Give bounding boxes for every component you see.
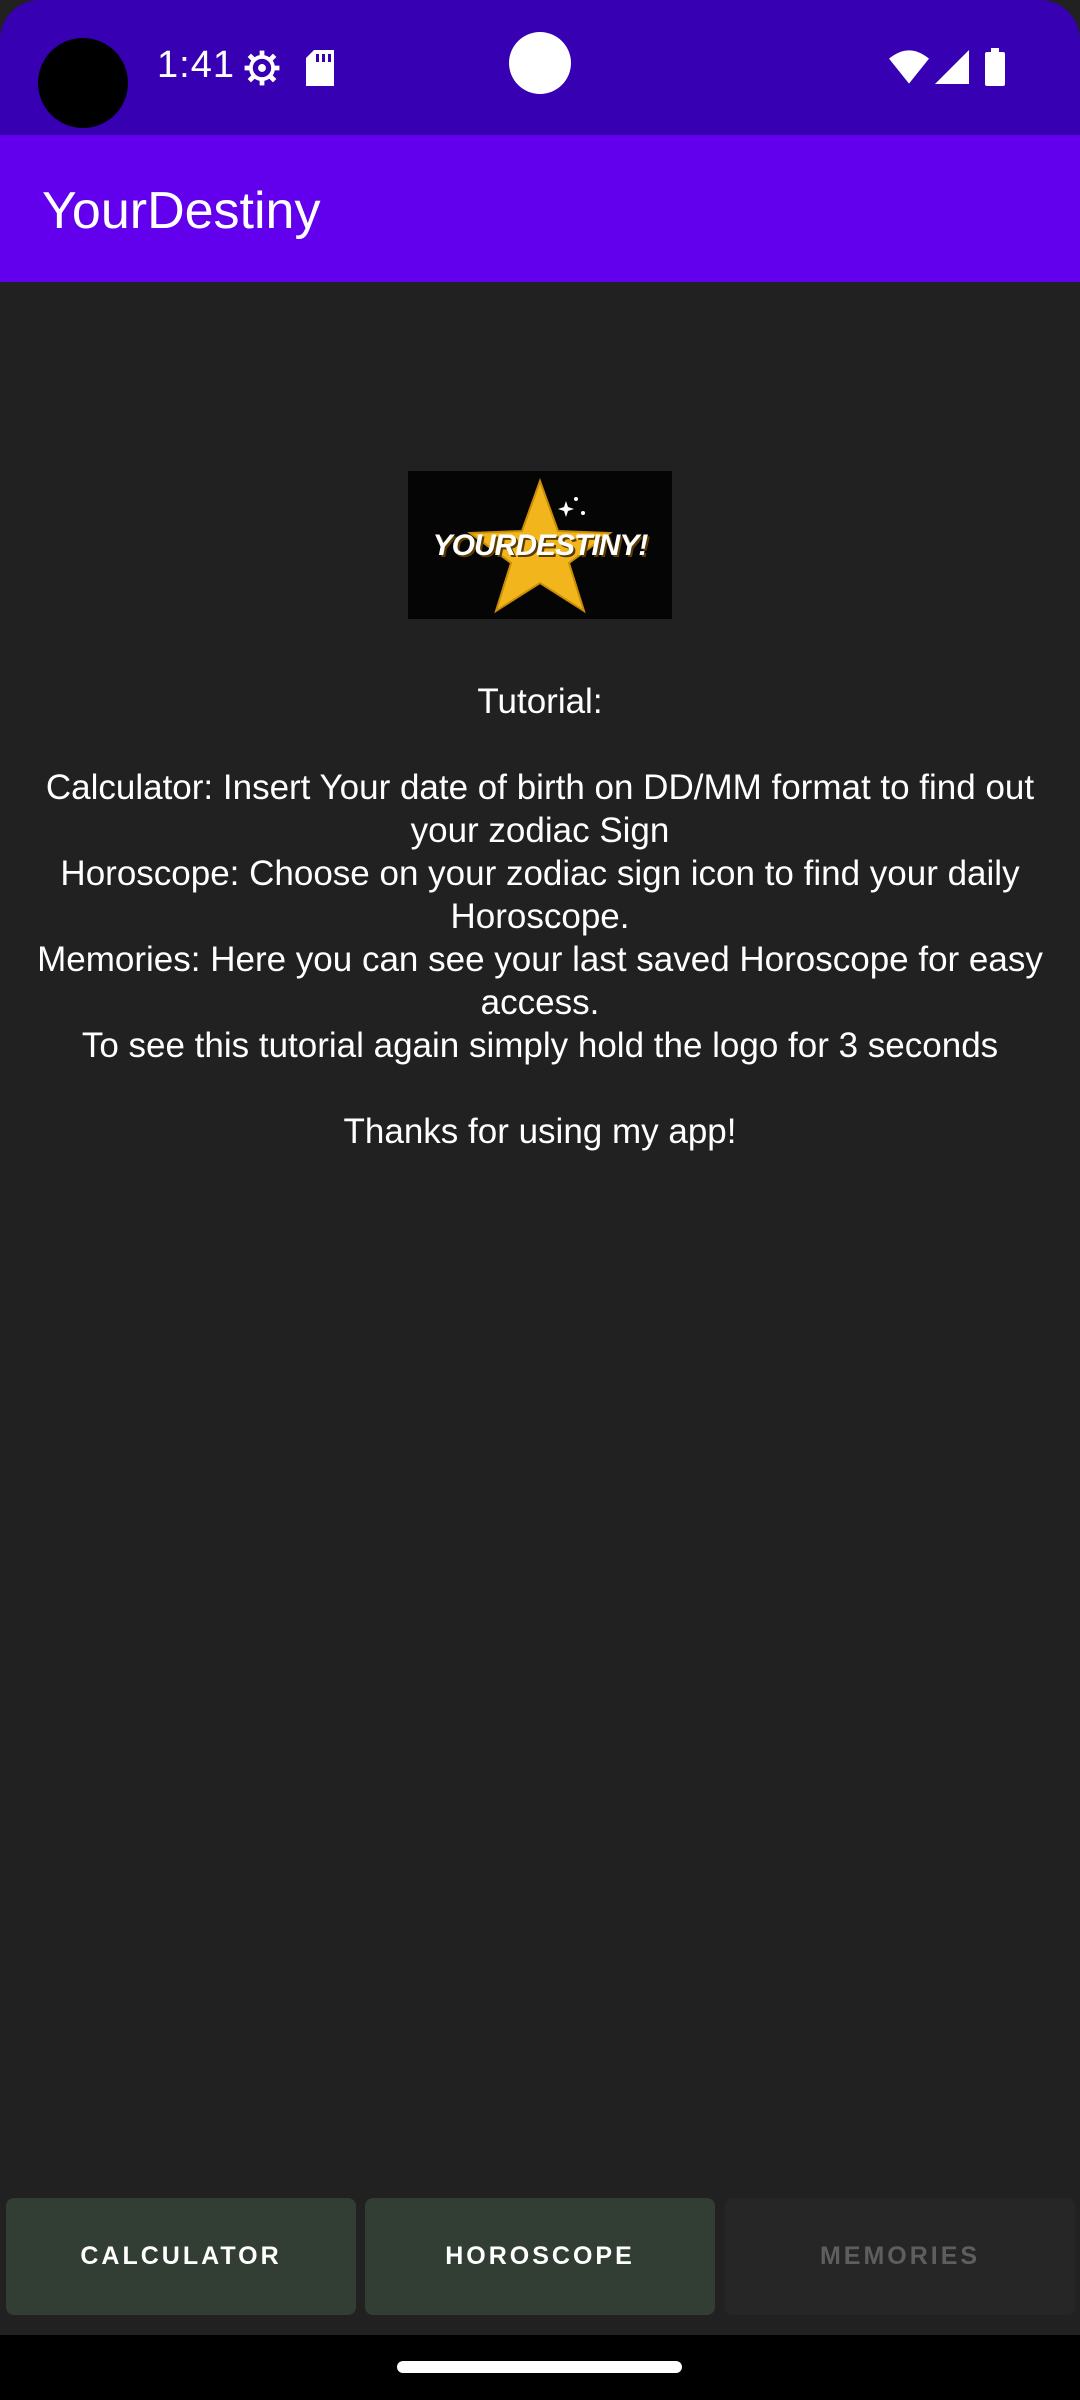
status-time: 1:41	[157, 44, 235, 86]
sd-card-icon	[306, 50, 334, 91]
home-gesture-handle[interactable]	[397, 2361, 682, 2373]
tutorial-calculator-line: Calculator: Insert Your date of birth on…	[45, 768, 1035, 850]
app-title: YourDestiny	[42, 182, 321, 240]
wifi-icon	[889, 50, 929, 89]
settings-gear-icon	[243, 49, 281, 92]
calculator-button-label: CALCULATOR	[80, 2242, 282, 2270]
app-bar: YourDestiny	[0, 135, 1080, 282]
cell-signal-icon	[935, 50, 969, 89]
logo-text: YOURDESTINY!	[432, 529, 649, 562]
tutorial-heading: Tutorial:	[477, 682, 603, 721]
tutorial-hint-line: To see this tutorial again simply hold t…	[81, 1026, 999, 1065]
camera-cutout	[38, 38, 128, 128]
app-screen: 1:41 YourDestiny YOURDESTINY! Tutorial: …	[0, 0, 1080, 2400]
tutorial-horoscope-line: Horoscope: Choose on your zodiac sign ic…	[60, 854, 1020, 936]
status-bar: 1:41	[0, 0, 1080, 135]
horoscope-button-label: HOROSCOPE	[445, 2242, 635, 2270]
memories-button-label: MEMORIES	[819, 2242, 981, 2270]
calculator-button[interactable]: CALCULATOR	[6, 2198, 356, 2315]
battery-icon	[985, 48, 1005, 91]
tutorial-text: Tutorial: Calculator: Insert Your date o…	[0, 680, 1080, 1153]
horoscope-button[interactable]: HOROSCOPE	[365, 2198, 715, 2315]
memories-button[interactable]: MEMORIES	[725, 2198, 1075, 2315]
app-logo[interactable]: YOURDESTINY!	[408, 471, 672, 619]
tutorial-memories-line: Memories: Here you can see your last sav…	[37, 940, 1043, 1022]
tutorial-closing: Thanks for using my app!	[343, 1112, 737, 1151]
camera-dot	[509, 32, 571, 94]
